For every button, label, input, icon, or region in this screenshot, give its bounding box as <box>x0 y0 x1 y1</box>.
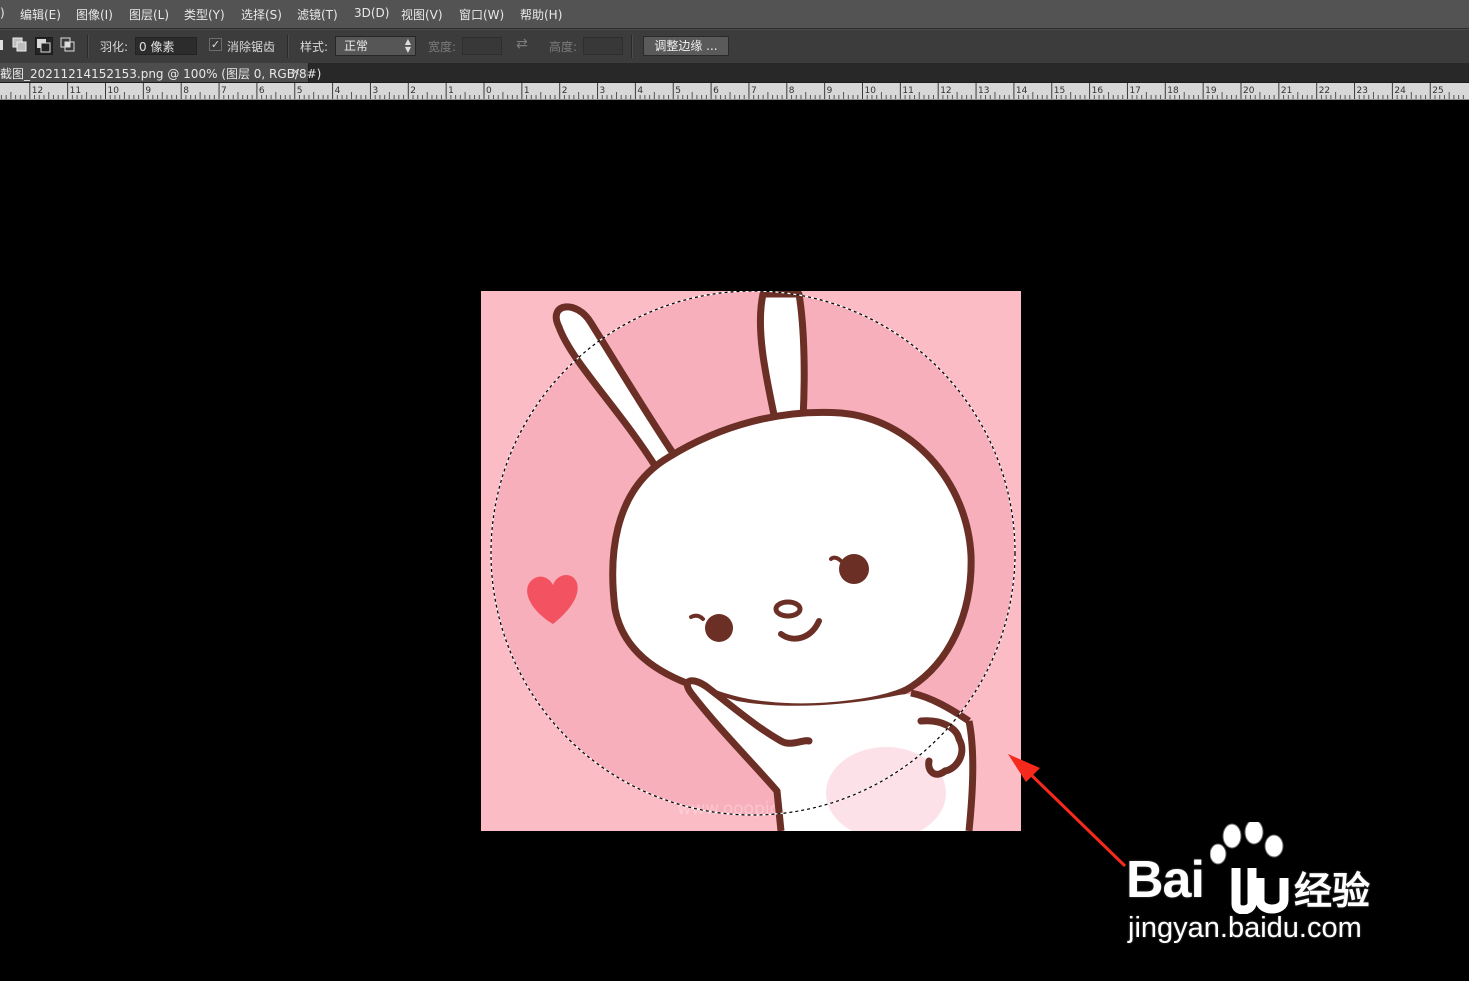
toolbar-divider <box>631 35 633 58</box>
ruler-label: 11 <box>70 86 81 96</box>
antialias-checkbox[interactable]: ✓ <box>209 38 222 51</box>
watermark-url: jingyan.baidu.com <box>1128 912 1362 944</box>
ruler-label: 3 <box>372 86 378 96</box>
ruler-label: 12 <box>940 86 951 96</box>
ruler-label: 8 <box>183 86 189 96</box>
feather-input[interactable]: 0 像素 <box>135 37 197 55</box>
ruler-label: 9 <box>827 86 833 96</box>
ruler-label: 22 <box>1319 86 1330 96</box>
toolbar-divider <box>87 35 89 58</box>
menu-select[interactable]: 选择(S) <box>241 6 282 23</box>
document-tab-title: 截图_20211214152153.png @ 100% (图层 0, RGB/… <box>0 67 322 81</box>
ruler-label: 5 <box>675 86 681 96</box>
ruler-label: 6 <box>259 86 265 96</box>
ruler-label: 12 <box>32 86 43 96</box>
options-bar: 羽化: 0 像素 ✓ 消除锯齿 样式: 正常 ▲ ▼ 宽度: ⇄ 高度: 调整边缘… <box>0 29 1469 64</box>
ruler-label: 11 <box>902 86 913 96</box>
toolbar-divider <box>287 35 289 58</box>
menu-help[interactable]: 帮助(H) <box>520 6 562 23</box>
ruler-label: 0 <box>486 86 492 96</box>
ruler-label: 18 <box>1167 86 1179 96</box>
ruler-label: 9 <box>145 86 151 96</box>
watermark-suffix: 经验 <box>1294 871 1371 913</box>
du-paw-icon <box>1231 868 1289 914</box>
width-input[interactable] <box>462 37 502 55</box>
ruler-label: 17 <box>1129 86 1140 96</box>
ruler-label: 4 <box>637 86 643 96</box>
ruler-label: 13 <box>978 86 989 96</box>
ruler-label: 23 <box>1357 86 1368 96</box>
ruler-label: 16 <box>1092 86 1104 96</box>
menu-edit[interactable]: 编辑(E) <box>20 6 61 23</box>
ruler-label: 7 <box>221 86 227 96</box>
antialias-label: 消除锯齿 <box>227 40 276 54</box>
menu-view[interactable]: 视图(V) <box>401 6 443 23</box>
feather-label: 羽化: <box>100 40 129 54</box>
menu-layer[interactable]: 图层(L) <box>129 6 169 23</box>
add-to-selection-icon[interactable] <box>12 37 28 53</box>
menu-image[interactable]: 图像(I) <box>76 6 113 23</box>
style-select[interactable]: 正常 ▲ ▼ <box>335 36 416 56</box>
menu-3d[interactable]: 3D(D) <box>354 6 389 20</box>
swap-icon[interactable]: ⇄ <box>516 36 528 52</box>
ruler-label: 7 <box>751 86 757 96</box>
baidu-watermark: Bai 经验 jingyan.baidu.com <box>1118 822 1408 952</box>
ruler-label: 6 <box>713 86 719 96</box>
menu-window[interactable]: 窗口(W) <box>459 6 504 23</box>
ruler-label: 4 <box>335 86 341 96</box>
height-label: 高度: <box>549 40 578 54</box>
document-tab-bar: 截图_20211214152153.png @ 100% (图层 0, RGB/… <box>0 63 1469 83</box>
ruler-label: 3 <box>600 86 606 96</box>
ruler-label: 10 <box>108 86 120 96</box>
ruler-label: 14 <box>1016 86 1028 96</box>
ruler-ticks: 3121110987654321012345678910111213141516… <box>0 83 1464 99</box>
watermark-brand: Bai <box>1126 851 1205 909</box>
ruler-label: 2 <box>410 86 416 96</box>
height-input[interactable] <box>583 37 623 55</box>
ruler-label: 1 <box>448 86 454 96</box>
ruler-label: 2 <box>562 86 568 96</box>
subtract-from-selection-icon[interactable] <box>35 37 53 55</box>
menu-bar: ) 编辑(E) 图像(I) 图层(L) 类型(Y) 选择(S) 滤镜(T) 3D… <box>0 0 1469 29</box>
menu-filter[interactable]: 滤镜(T) <box>297 6 338 23</box>
ruler-label: 24 <box>1394 86 1406 96</box>
ruler-label: 25 <box>1432 86 1443 96</box>
document-tab[interactable]: 截图_20211214152153.png @ 100% (图层 0, RGB/… <box>0 63 321 82</box>
refine-edge-button[interactable]: 调整边缘 ... <box>643 36 729 56</box>
artwork-image[interactable]: www.ooopic.com <box>481 291 1021 831</box>
close-icon[interactable]: × <box>291 65 300 78</box>
ruler-label: 5 <box>297 86 303 96</box>
width-label: 宽度: <box>428 40 457 54</box>
horizontal-ruler[interactable]: 3121110987654321012345678910111213141516… <box>0 83 1469 100</box>
ruler-label: 20 <box>1243 86 1255 96</box>
menu-file-partial[interactable]: ) <box>0 6 5 20</box>
ruler-label: 19 <box>1205 86 1217 96</box>
intersect-selection-icon[interactable] <box>60 37 76 53</box>
select-arrows-icon: ▲ ▼ <box>404 37 411 54</box>
ruler-label: 1 <box>524 86 530 96</box>
ruler-label: 15 <box>1054 86 1065 96</box>
ruler-label: 21 <box>1281 86 1292 96</box>
ruler-label: 8 <box>789 86 795 96</box>
style-label: 样式: <box>300 40 329 54</box>
style-select-value: 正常 <box>344 39 369 53</box>
ruler-label: 10 <box>865 86 877 96</box>
new-selection-icon[interactable] <box>0 37 4 53</box>
menu-type[interactable]: 类型(Y) <box>184 6 225 23</box>
